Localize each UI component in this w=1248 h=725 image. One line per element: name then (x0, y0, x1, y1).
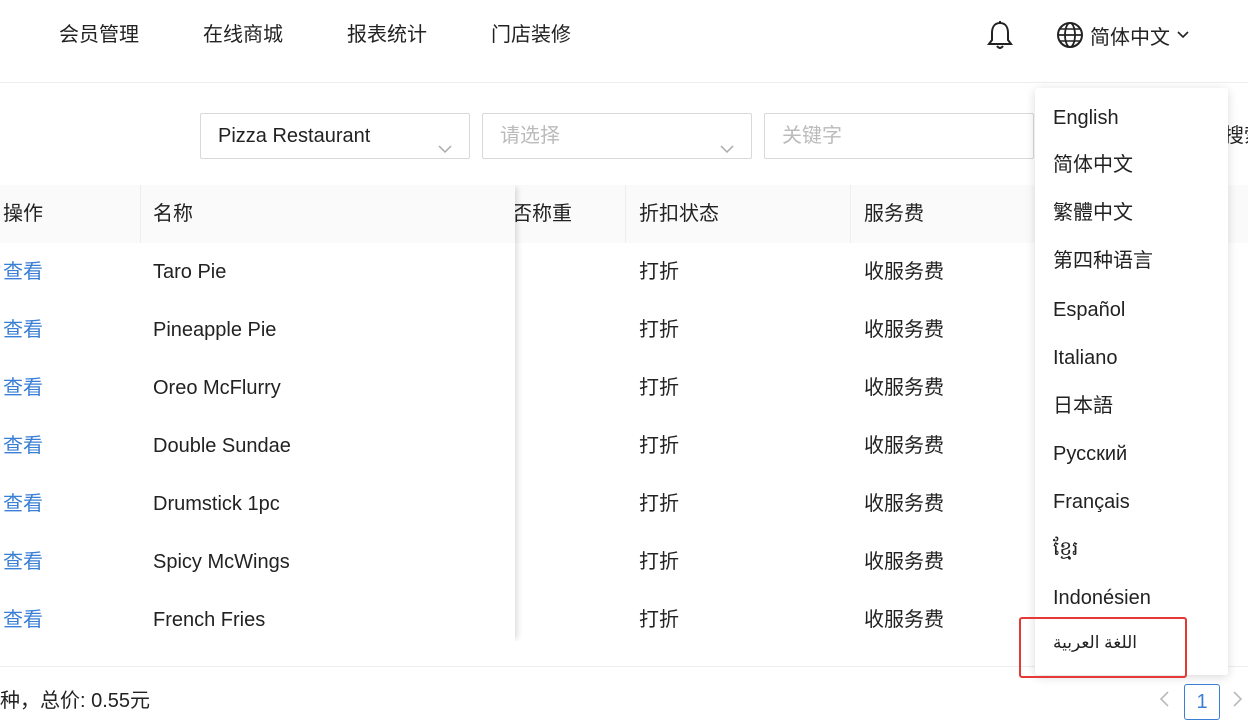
table-row: 查看 Taro Pie (0, 243, 515, 302)
product-name-cell: Oreo McFlurry (153, 377, 281, 399)
product-name-cell: Spicy McWings (153, 551, 290, 573)
view-link[interactable]: 查看 (3, 359, 43, 417)
header-name: 名称 (153, 203, 193, 225)
service-fee-cell: 收服务费 (864, 377, 944, 399)
language-option-traditional-chinese[interactable]: 繁體中文 (1053, 198, 1133, 228)
service-fee-cell: 收服务费 (864, 551, 944, 573)
nav-reports[interactable]: 报表统计 (347, 20, 427, 50)
globe-icon (1056, 21, 1084, 49)
store-select-value: Pizza Restaurant (218, 125, 371, 147)
keyword-input-placeholder: 关键字 (782, 125, 842, 147)
service-fee-cell: 收服务费 (864, 319, 944, 341)
header-weighing: 否称重 (512, 203, 572, 225)
service-fee-cell: 收服务费 (864, 493, 944, 515)
product-name-cell: French Fries (153, 609, 266, 631)
nav-store-decoration[interactable]: 门店装修 (491, 20, 571, 50)
header-action: 操作 (3, 203, 43, 225)
chevron-right-icon[interactable] (1230, 690, 1244, 713)
discount-status-cell: 打折 (639, 319, 679, 341)
view-link[interactable]: 查看 (3, 475, 43, 533)
view-link[interactable]: 查看 (3, 591, 43, 641)
service-fee-cell: 收服务费 (864, 435, 944, 457)
language-option-english[interactable]: English (1053, 103, 1119, 133)
nav-member-management[interactable]: 会员管理 (59, 20, 139, 50)
language-selector[interactable]: 简体中文 (1056, 20, 1190, 50)
store-select[interactable]: Pizza Restaurant (200, 113, 470, 159)
chevron-down-icon (437, 128, 453, 172)
page-number-button[interactable]: 1 (1184, 684, 1220, 720)
category-select[interactable]: 请选择 (482, 113, 752, 159)
order-summary: 种，总价: 0.55元 (0, 690, 151, 712)
language-option-italian[interactable]: Italiano (1053, 343, 1118, 373)
table-row: 查看 Spicy McWings (0, 533, 515, 592)
language-dropdown-menu: English 简体中文 繁體中文 第四种语言 Español Italiano… (1035, 88, 1228, 675)
table-row: 查看 Pineapple Pie (0, 301, 515, 360)
chevron-left-icon[interactable] (1158, 690, 1172, 713)
discount-status-cell: 打折 (639, 435, 679, 457)
service-fee-cell: 收服务费 (864, 261, 944, 283)
language-option-indonesian[interactable]: Indonésien (1053, 583, 1151, 613)
discount-status-cell: 打折 (639, 377, 679, 399)
language-option-french[interactable]: Français (1053, 487, 1130, 517)
discount-status-cell: 打折 (639, 493, 679, 515)
category-select-placeholder: 请选择 (500, 125, 560, 147)
chevron-down-icon (719, 128, 735, 172)
language-option-russian[interactable]: Русский (1053, 439, 1127, 469)
view-link[interactable]: 查看 (3, 417, 43, 475)
product-name-cell: Pineapple Pie (153, 319, 277, 341)
table-row: 查看 French Fries (0, 591, 515, 641)
header-service-fee: 服务费 (864, 203, 924, 225)
table-header-fixed: 操作 名称 (0, 185, 515, 244)
table-row: 查看 Oreo McFlurry (0, 359, 515, 418)
language-option-simplified-chinese[interactable]: 简体中文 (1053, 150, 1133, 180)
service-fee-cell: 收服务费 (864, 609, 944, 631)
fixed-left-columns: 操作 名称 查看 Taro Pie 查看 Pineapple Pie 查看 Or… (0, 185, 515, 641)
language-option-japanese[interactable]: 日本語 (1053, 391, 1113, 421)
language-option-fourth-language[interactable]: 第四种语言 (1053, 246, 1153, 276)
arabic-option-highlight (1019, 617, 1187, 678)
view-link[interactable]: 查看 (3, 301, 43, 359)
table-row: 查看 Double Sundae (0, 417, 515, 476)
language-option-khmer[interactable]: ខ្មែរ (1053, 534, 1078, 564)
discount-status-cell: 打折 (639, 609, 679, 631)
top-nav-bar: 会员管理 在线商城 报表统计 门店装修 简体中文 (0, 0, 1248, 83)
discount-status-cell: 打折 (639, 261, 679, 283)
view-link[interactable]: 查看 (3, 533, 43, 591)
language-option-spanish[interactable]: Español (1053, 295, 1125, 325)
chevron-down-icon (1176, 30, 1190, 40)
product-name-cell: Double Sundae (153, 435, 291, 457)
discount-status-cell: 打折 (639, 551, 679, 573)
table-row: 查看 Drumstick 1pc (0, 475, 515, 534)
view-link[interactable]: 查看 (3, 243, 43, 301)
header-discount-status: 折扣状态 (639, 203, 719, 225)
product-name-cell: Taro Pie (153, 261, 227, 283)
nav-online-mall[interactable]: 在线商城 (203, 20, 283, 50)
current-language-label: 简体中文 (1090, 26, 1170, 49)
bell-icon[interactable] (986, 20, 1014, 50)
keyword-input[interactable]: 关键字 (764, 113, 1034, 159)
product-name-cell: Drumstick 1pc (153, 493, 280, 515)
